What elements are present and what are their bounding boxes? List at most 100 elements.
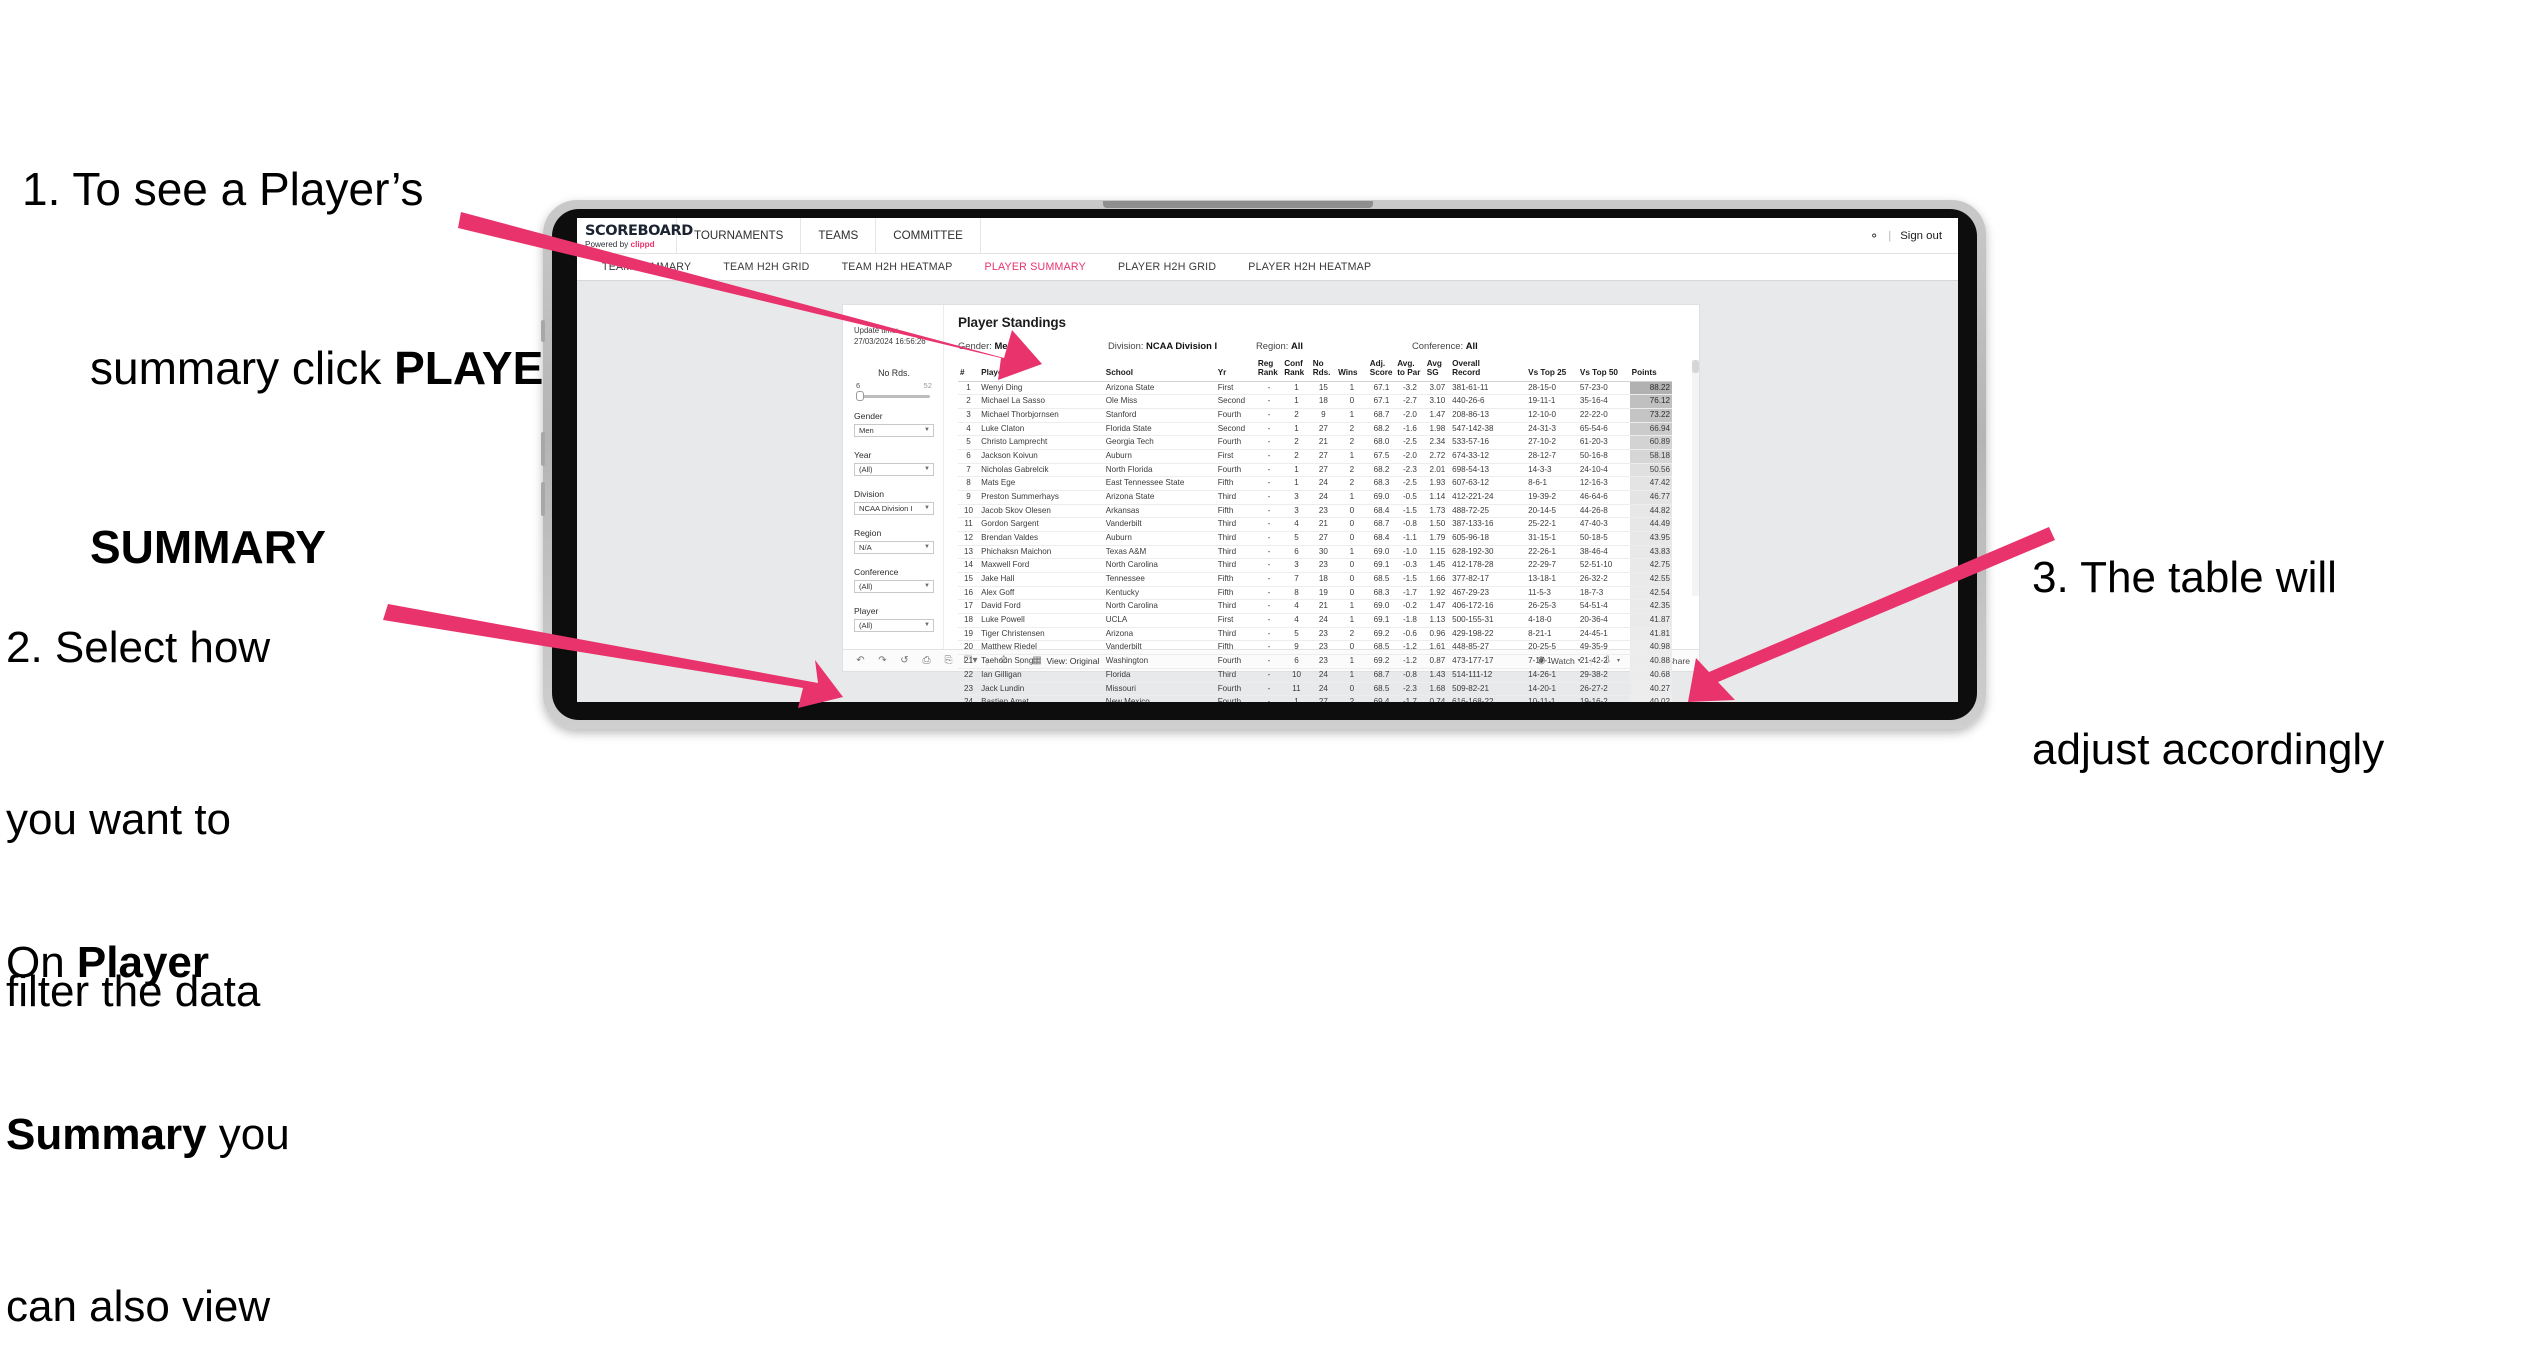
table-row[interactable]: 6 Jackson Koivun Auburn First -2 27 1 67.5 -2.0 2… <box>958 449 1672 464</box>
cell-conf-rank: 6 <box>1282 654 1311 669</box>
tablet-device-mockup: SCOREBOARD Powered by clippd TOURNAMENTS… <box>541 200 1986 729</box>
table-row[interactable]: 18 Luke Powell UCLA First -4 24 1 69.1 -1.8 1.13 5… <box>958 613 1672 628</box>
cell-school: Arizona <box>1103 627 1216 642</box>
column-header-points[interactable]: Points <box>1629 360 1672 382</box>
column-header-player[interactable]: Player <box>979 360 1104 382</box>
no-rds-slider-track[interactable] <box>856 391 930 402</box>
table-row[interactable]: 19 Tiger Christensen Arizona Third -5 23 2 69.2… <box>958 627 1672 642</box>
person-icon[interactable]: ⚬ <box>1869 229 1879 243</box>
table-row[interactable]: 13 Phichaksn Maichon Texas A&M Third -6 30 1 69… <box>958 545 1672 560</box>
sign-out-link[interactable]: Sign out <box>1900 230 1942 242</box>
undo-icon[interactable]: ↶ <box>854 654 867 667</box>
column-header-wins[interactable]: Wins <box>1336 360 1368 382</box>
table-row[interactable]: 1 Wenyi Ding Arizona State First -1 15 1 67.1 -3… <box>958 381 1672 396</box>
nav-tournaments[interactable]: TOURNAMENTS <box>677 218 802 253</box>
cell-reg-rank: - <box>1255 599 1283 615</box>
cell-reg-rank: - <box>1255 654 1283 669</box>
cell-adj-score: 69.0 <box>1367 599 1396 615</box>
cell-yr: Second <box>1215 422 1256 437</box>
brand-logo[interactable]: SCOREBOARD Powered by clippd <box>577 218 693 253</box>
cell-wins: 1 <box>1336 449 1368 464</box>
table-row[interactable]: 21 Taehoon Song Washington Fourth -6 23 1 69.2-… <box>958 654 1672 669</box>
cell-avg-sg: 1.68 <box>1424 682 1451 697</box>
table-row[interactable]: 23 Jack Lundin Missouri Fourth -11 24 0 68.5 -2.… <box>958 682 1672 697</box>
tab-team-summary[interactable]: TEAM SUMMARY <box>586 261 707 273</box>
nav-teams[interactable]: TEAMS <box>801 218 877 253</box>
filter-conference-select[interactable]: (All) ▼ <box>854 579 934 593</box>
table-row[interactable]: 24 Bastien Amat New Mexico Fourth -1 27 2 69.4-… <box>958 695 1672 702</box>
column-header-vs-top-50[interactable]: Vs Top 50 <box>1577 360 1630 382</box>
column-header-adj-score[interactable]: Adj. Score <box>1367 359 1396 382</box>
table-row[interactable]: 12 Brendan Valdes Auburn Third -5 27 0 68.4 -1.1… <box>958 531 1672 546</box>
table-row[interactable]: 20 Matthew Riedel Vanderbilt Fifth -9 23 0 68.5… <box>958 640 1672 656</box>
tab-player-summary[interactable]: PLAYER SUMMARY <box>969 261 1102 273</box>
column-header-overall-record[interactable]: Overall Record <box>1450 359 1527 382</box>
filter-division-select[interactable]: NCAA Division I ▼ <box>854 501 934 515</box>
table-row[interactable]: 5 Christo Lamprecht Georgia Tech Fourth -2 21… <box>958 435 1672 451</box>
column-header-avg-sg[interactable]: Avg SG <box>1424 359 1451 382</box>
cell-avg-sg: 1.13 <box>1424 613 1451 628</box>
column-header-yr[interactable]: Yr <box>1215 360 1256 382</box>
meta-region: Region: All <box>1256 340 1412 351</box>
filter-player-value: (All) <box>859 620 873 630</box>
table-row[interactable]: 9 Preston Summerhays Arizona State Third -3 2… <box>958 490 1672 505</box>
tab-team-h2h-heatmap[interactable]: TEAM H2H HEATMAP <box>826 261 969 273</box>
cell-yr: Fourth <box>1215 695 1256 702</box>
primary-nav: TOURNAMENTS TEAMS COMMITTEE <box>677 218 981 253</box>
cell-adj-score: 69.1 <box>1367 558 1396 574</box>
table-row[interactable]: 11 Gordon Sargent Vanderbilt Third -4 21 0 68.7… <box>958 517 1672 533</box>
cell-overall-record: 698-54-13 <box>1450 463 1527 478</box>
cell-reg-rank: - <box>1255 640 1283 656</box>
tab-player-h2h-grid[interactable]: PLAYER H2H GRID <box>1102 261 1232 273</box>
cell-overall-record: 208-86-13 <box>1450 408 1527 423</box>
table-scrollbar[interactable] <box>1692 360 1699 596</box>
cell-yr: First <box>1215 381 1256 396</box>
column-header-no-rds[interactable]: No Rds. <box>1310 359 1337 382</box>
cell-vs-top-50: 57-23-0 <box>1577 381 1630 396</box>
table-row[interactable]: 8 Mats Ege East Tennessee State Fifth -1 24 2 6… <box>958 476 1672 492</box>
tab-player-h2h-heatmap[interactable]: PLAYER H2H HEATMAP <box>1232 261 1387 273</box>
cell-points: 41.87 <box>1629 613 1672 628</box>
header-spacer <box>981 218 1869 253</box>
table-row[interactable]: 15 Jake Hall Tennessee Fifth -7 18 0 68.5 -1.5 1.… <box>958 572 1672 587</box>
pause-updates-icon[interactable]: ⎘ <box>942 654 955 667</box>
tab-team-h2h-grid[interactable]: TEAM H2H GRID <box>707 261 825 273</box>
cell-avg-to-par: -0.3 <box>1395 558 1425 574</box>
column-header-conf-rank[interactable]: Conf Rank <box>1282 359 1311 382</box>
column-header-reg-rank[interactable]: Reg Rank <box>1255 359 1283 382</box>
cell-school: Auburn <box>1103 449 1216 464</box>
table-row[interactable]: 16 Alex Goff Kentucky Fifth -8 19 0 68.3 -1.7 1.9… <box>958 586 1672 601</box>
filter-year-select[interactable]: (All) ▼ <box>854 462 934 476</box>
table-row[interactable]: 2 Michael La Sasso Ole Miss Second -1 18 0 67.1… <box>958 394 1672 410</box>
table-scrollbar-thumb[interactable] <box>1692 360 1699 373</box>
column-header-avg-to-par[interactable]: Avg. to Par <box>1395 359 1425 382</box>
no-rds-slider-handle[interactable] <box>856 391 864 402</box>
cell-wins: 0 <box>1336 682 1368 697</box>
annotation-step-4: On Player Summary you can also view by s… <box>6 820 426 1359</box>
filter-region-select[interactable]: N/A ▼ <box>854 540 934 554</box>
table-row[interactable]: 7 Nicholas Gabrelcik North Florida Fourth -1… <box>958 463 1672 478</box>
table-row[interactable]: 3 Michael Thorbjornsen Stanford Fourth -2 9 1 6… <box>958 408 1672 423</box>
column-header-school[interactable]: School <box>1103 360 1216 382</box>
filter-gender-select[interactable]: Men ▼ <box>854 423 934 437</box>
revert-icon[interactable]: ↺ <box>898 654 911 667</box>
cell-conf-rank: 9 <box>1282 640 1311 656</box>
refresh-data-icon[interactable]: ⎙ <box>920 654 933 667</box>
cell-school: Vanderbilt <box>1103 640 1216 656</box>
table-row[interactable]: 14 Maxwell Ford North Carolina Third -3 23 0 69… <box>958 558 1672 574</box>
filter-player-select[interactable]: (All) ▼ <box>854 618 934 632</box>
cell-avg-sg: 2.34 <box>1424 435 1451 451</box>
nav-committee[interactable]: COMMITTEE <box>876 218 981 253</box>
table-row[interactable]: 22 Ian Gilligan Florida Third -10 24 1 68.7 -0.8… <box>958 668 1672 683</box>
table-row[interactable]: 17 David Ford North Carolina Third -4 21 1 69.0… <box>958 599 1672 615</box>
table-row[interactable]: 4 Luke Claton Florida State Second -1 27 2 68.2… <box>958 422 1672 437</box>
column-header-[interactable]: # <box>958 360 980 382</box>
table-row[interactable]: 10 Jacob Skov Olesen Arkansas Fifth -3 23 0 68.… <box>958 504 1672 519</box>
cell-yr: Third <box>1215 531 1256 546</box>
cell-: 3 <box>958 408 980 423</box>
cell-vs-top-50: 54-51-4 <box>1577 599 1630 615</box>
column-header-vs-top-25[interactable]: Vs Top 25 <box>1526 360 1578 382</box>
cell-avg-sg: 1.98 <box>1424 422 1451 437</box>
redo-icon[interactable]: ↷ <box>876 654 889 667</box>
table-header-row: # Player School Yr Reg Rank Conf Rank No Rds. Wins… <box>958 359 1672 382</box>
